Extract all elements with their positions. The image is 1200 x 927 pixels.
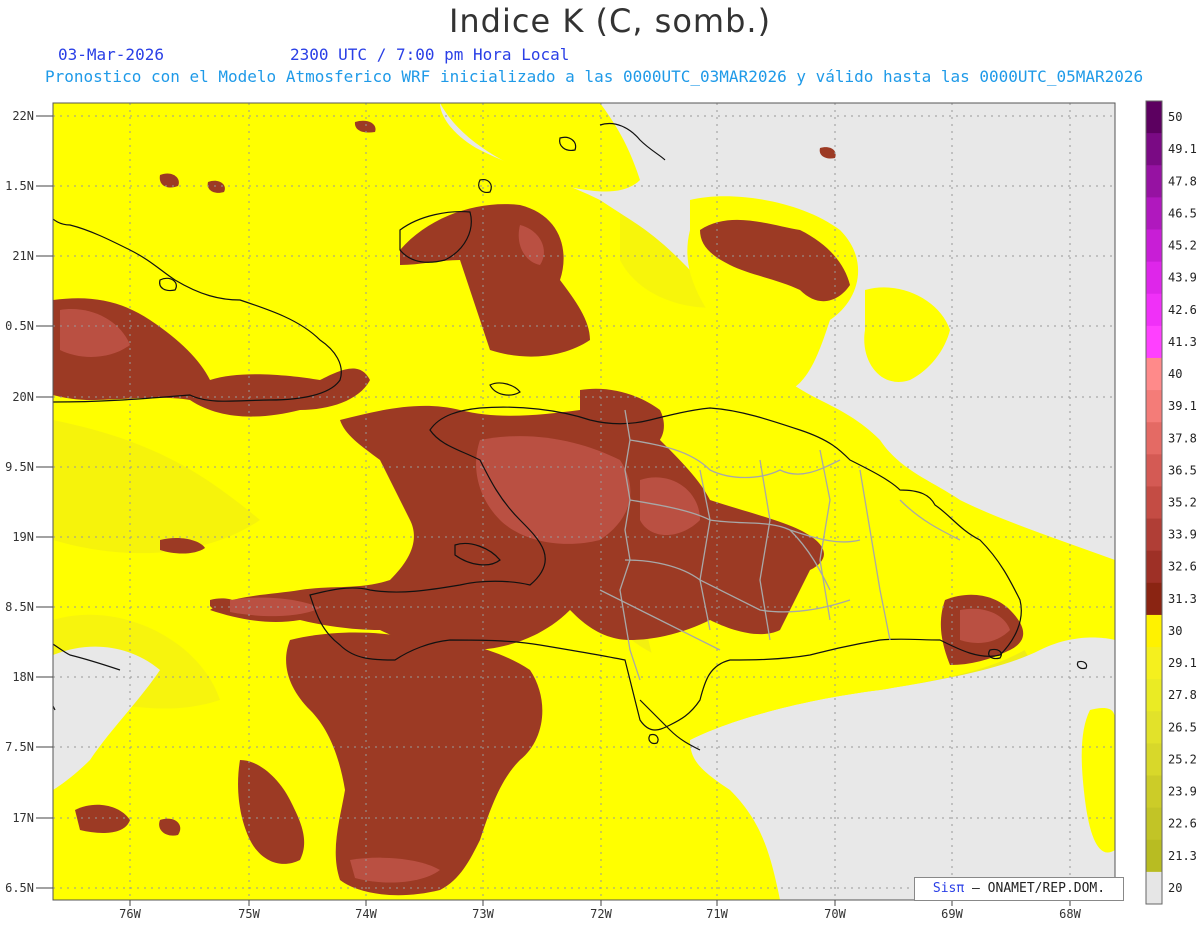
lon-label: 68W: [1059, 907, 1081, 921]
colorbar-label: 37.8: [1168, 431, 1197, 445]
colorbar-swatch: [1146, 197, 1162, 230]
colorbar-swatch: [1146, 711, 1162, 744]
colorbar-label: 23.9: [1168, 785, 1197, 799]
lat-label: 6.5N: [5, 881, 34, 895]
colorbar-swatch: [1146, 679, 1162, 712]
colorbar-swatch: [1146, 165, 1162, 198]
colorbar-label: 33.9: [1168, 528, 1197, 542]
lat-label: 1.5N: [5, 179, 34, 193]
colorbar-swatch: [1146, 390, 1162, 423]
lon-label: 75W: [238, 907, 260, 921]
lon-label: 72W: [590, 907, 612, 921]
colorbar-swatch: [1146, 422, 1162, 455]
colorbar-label: 29.1: [1168, 656, 1197, 670]
lat-label: 9.5N: [5, 460, 34, 474]
colorbar-swatch: [1146, 807, 1162, 841]
lat-label: 0.5N: [5, 319, 34, 333]
lat-label: 22N: [12, 109, 34, 123]
colorbar-label: 47.8: [1168, 174, 1197, 188]
colorbar-label: 50: [1168, 110, 1182, 124]
colorbar-label: 46.5: [1168, 206, 1197, 220]
colorbar-label: 32.6: [1168, 560, 1197, 574]
colorbar-label: 27.8: [1168, 688, 1197, 702]
colorbar-label: 41.3: [1168, 335, 1197, 349]
colorbar-swatch: [1146, 486, 1162, 520]
colorbar-label: 26.5: [1168, 720, 1197, 734]
lon-label: 71W: [706, 907, 728, 921]
lat-label: 21N: [12, 249, 34, 263]
colorbar-labels: 50 49.1 47.8 46.5 45.2 43.9 42.6 41.3 40 39.1 37.8…: [1168, 110, 1197, 895]
colorbar-swatch: [1146, 293, 1162, 327]
colorbar-label: 42.6: [1168, 303, 1197, 317]
colorbar-label: 49.1: [1168, 142, 1197, 156]
colorbar-swatch: [1146, 518, 1162, 552]
colorbar-swatch: [1146, 454, 1162, 487]
colorbar-swatch-below: [1146, 871, 1162, 904]
lat-label: 7.5N: [5, 740, 34, 754]
colorbar-label: 22.6: [1168, 817, 1197, 831]
k-index-map: 22N 1.5N 21N 0.5N 20N 9.5N 19N 8.5N 18N …: [5, 100, 1197, 921]
lat-label: 8.5N: [5, 600, 34, 614]
colorbar-label: 45.2: [1168, 239, 1197, 253]
colorbar-swatch: [1146, 839, 1162, 873]
colorbar-swatch: [1146, 550, 1162, 584]
map-title: Indice K (C, somb.): [448, 2, 772, 40]
colorbar-swatch: [1146, 101, 1162, 134]
colorbar-label: 31.3: [1168, 592, 1197, 606]
lon-label: 70W: [824, 907, 846, 921]
colorbar-swatch: [1146, 357, 1162, 391]
colorbar-label: 25.2: [1168, 752, 1197, 766]
colorbar-label: 43.9: [1168, 271, 1197, 285]
lon-label: 73W: [472, 907, 494, 921]
credit-org: – ONAMET/REP.DOM.: [964, 881, 1106, 896]
forecast-date: 03-Mar-2026: [58, 45, 164, 64]
latitude-axis: 22N 1.5N 21N 0.5N 20N 9.5N 19N 8.5N 18N …: [5, 109, 34, 895]
colorbar-swatch: [1146, 647, 1162, 680]
lon-label: 76W: [119, 907, 141, 921]
colorbar: [1145, 100, 1163, 905]
lat-label: 20N: [12, 390, 34, 404]
lon-label: 74W: [355, 907, 377, 921]
colorbar-swatch: [1146, 229, 1162, 263]
colorbar-swatch: [1146, 743, 1162, 777]
colorbar-label: 36.5: [1168, 463, 1197, 477]
colorbar-label: 40: [1168, 367, 1182, 381]
lat-label: 18N: [12, 670, 34, 684]
colorbar-label: 39.1: [1168, 399, 1197, 413]
colorbar-swatch: [1146, 614, 1162, 648]
colorbar-swatch: [1146, 582, 1162, 616]
credit-box: Sisπ – ONAMET/REP.DOM.: [914, 877, 1124, 901]
colorbar-swatch: [1146, 325, 1162, 359]
lat-label: 19N: [12, 530, 34, 544]
colorbar-label: 35.2: [1168, 496, 1197, 510]
colorbar-swatch: [1146, 261, 1162, 295]
lat-label: 17N: [12, 811, 34, 825]
lon-label: 69W: [941, 907, 963, 921]
colorbar-swatch: [1146, 775, 1162, 809]
colorbar-label: 30: [1168, 624, 1182, 638]
colorbar-label: 21.3: [1168, 849, 1197, 863]
colorbar-swatch: [1146, 133, 1162, 166]
longitude-axis: 76W 75W 74W 73W 72W 71W 70W 69W 68W: [119, 907, 1081, 921]
colorbar-label: 20: [1168, 881, 1182, 895]
credit-sis: Sisπ: [932, 881, 965, 896]
forecast-time: 2300 UTC / 7:00 pm Hora Local: [290, 45, 570, 64]
forecast-description: Pronostico con el Modelo Atmosferico WRF…: [45, 67, 1144, 86]
